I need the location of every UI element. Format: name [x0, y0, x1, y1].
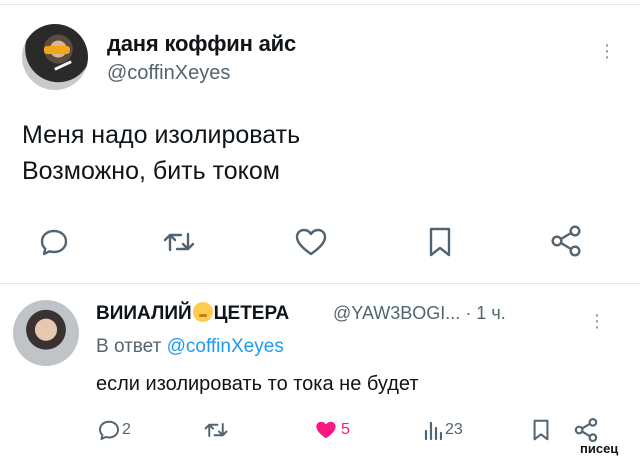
like-icon[interactable]	[294, 226, 328, 258]
reply-bookmark-icon[interactable]	[531, 418, 551, 442]
reply-reply-icon[interactable]	[96, 418, 122, 442]
tweet-text: Меня надо изолировать Возможно, бить ток…	[22, 117, 300, 189]
tweet-text-line-2: Возможно, бить током	[22, 157, 280, 185]
author-name[interactable]: даня коффин айс	[107, 31, 296, 57]
view-count: 23	[445, 421, 463, 438]
reply-author-name-part-2: ЦЕТЕРА	[213, 303, 290, 324]
reply-author-name[interactable]: ВИИАЛИЙ ЦЕТЕРА	[96, 302, 289, 325]
reply-more-options-icon[interactable]: · · ·	[592, 305, 602, 337]
reply-count: 2	[122, 421, 131, 438]
like-count: 5	[341, 421, 350, 438]
author-avatar[interactable]	[22, 24, 88, 90]
avatar-glasses-detail	[44, 46, 70, 54]
reply-icon[interactable]	[38, 226, 70, 258]
reply-text: если изолировать то тока не будет	[96, 373, 419, 395]
reply-author-handle[interactable]: @YAW3BOGI...	[333, 303, 460, 323]
bookmark-icon[interactable]	[426, 226, 454, 258]
avatar-cigarette-detail	[54, 60, 72, 71]
author-handle[interactable]: @coffinXeyes	[107, 62, 230, 85]
top-divider	[0, 4, 640, 5]
retweet-icon[interactable]	[162, 226, 196, 258]
reply-like-icon[interactable]	[313, 419, 339, 441]
reply-handle-line: @YAW3BOGI... · 1 ч.	[333, 303, 506, 324]
reply-share-icon[interactable]	[573, 417, 599, 443]
reply-to-line: В ответ @coffinXeyes	[96, 336, 284, 358]
tweet-text-line-1: Меня надо изолировать	[22, 121, 301, 149]
reply-retweet-icon[interactable]	[202, 418, 230, 442]
share-icon[interactable]	[549, 224, 583, 258]
reply-author-avatar[interactable]	[13, 300, 79, 366]
more-options-icon[interactable]: · · ·	[602, 35, 612, 67]
watermark: писец	[580, 441, 619, 456]
reply-time[interactable]: · 1 ч.	[465, 303, 505, 323]
reply-author-name-part-1: ВИИАЛИЙ	[96, 303, 192, 324]
views-icon[interactable]	[424, 419, 442, 441]
reply-to-handle-link[interactable]: @coffinXeyes	[167, 336, 284, 357]
tweet-divider	[0, 283, 640, 284]
reply-to-prefix: В ответ	[96, 336, 162, 357]
emoji-icon	[192, 302, 213, 322]
